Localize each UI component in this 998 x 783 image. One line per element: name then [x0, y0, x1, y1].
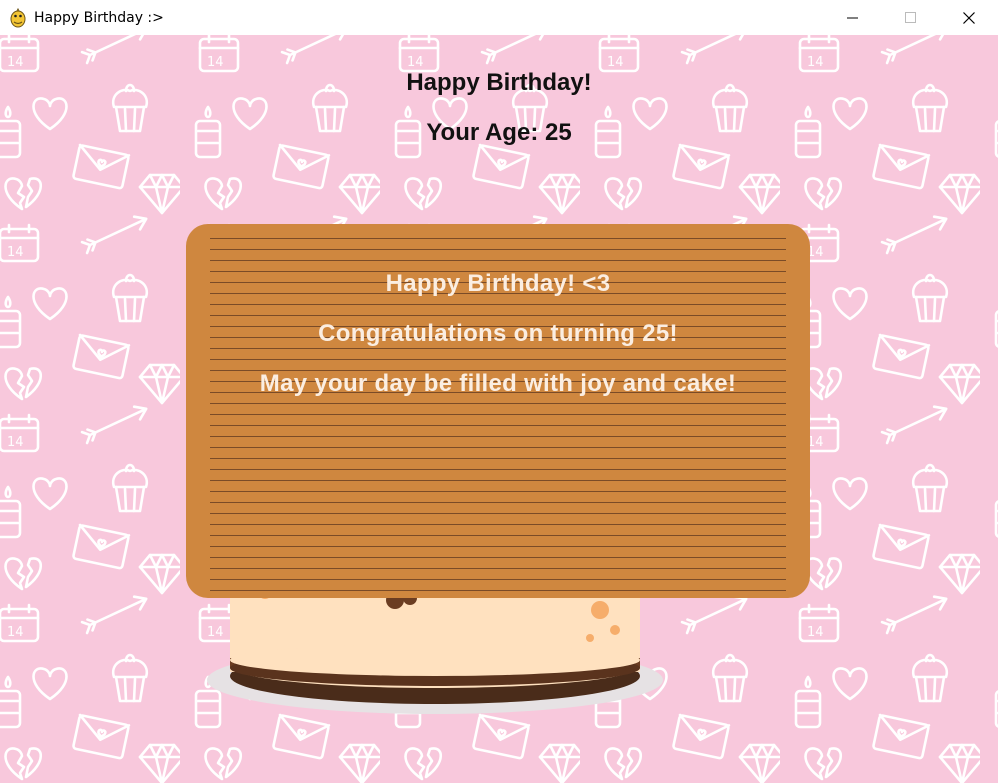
board-wish: May your day be filled with joy and cake…: [259, 370, 737, 397]
minimize-icon: [847, 17, 858, 18]
board-greeting: Happy Birthday! <3: [385, 270, 611, 297]
cake-illustration: [207, 580, 663, 714]
close-icon: [963, 11, 975, 24]
message-board: Happy Birthday! <3 Congratulations on tu…: [186, 224, 810, 598]
pygame-snake-icon: [10, 7, 26, 27]
window-title: Happy Birthday :>: [34, 9, 164, 26]
maximize-button[interactable]: [882, 0, 940, 35]
page-title: Happy Birthday!: [406, 69, 592, 96]
window-controls: [824, 0, 998, 35]
board-congratulations: Congratulations on turning 25!: [318, 320, 678, 347]
close-button[interactable]: [940, 0, 998, 35]
maximize-icon: [905, 11, 916, 23]
minimize-button[interactable]: [824, 0, 882, 35]
age-label: Your Age: 25: [426, 119, 572, 146]
app-window: Happy Birthday :> Happy Birthday! Your A…: [0, 0, 998, 783]
title-bar[interactable]: Happy Birthday :>: [0, 0, 998, 35]
game-canvas: 14: [0, 35, 998, 783]
